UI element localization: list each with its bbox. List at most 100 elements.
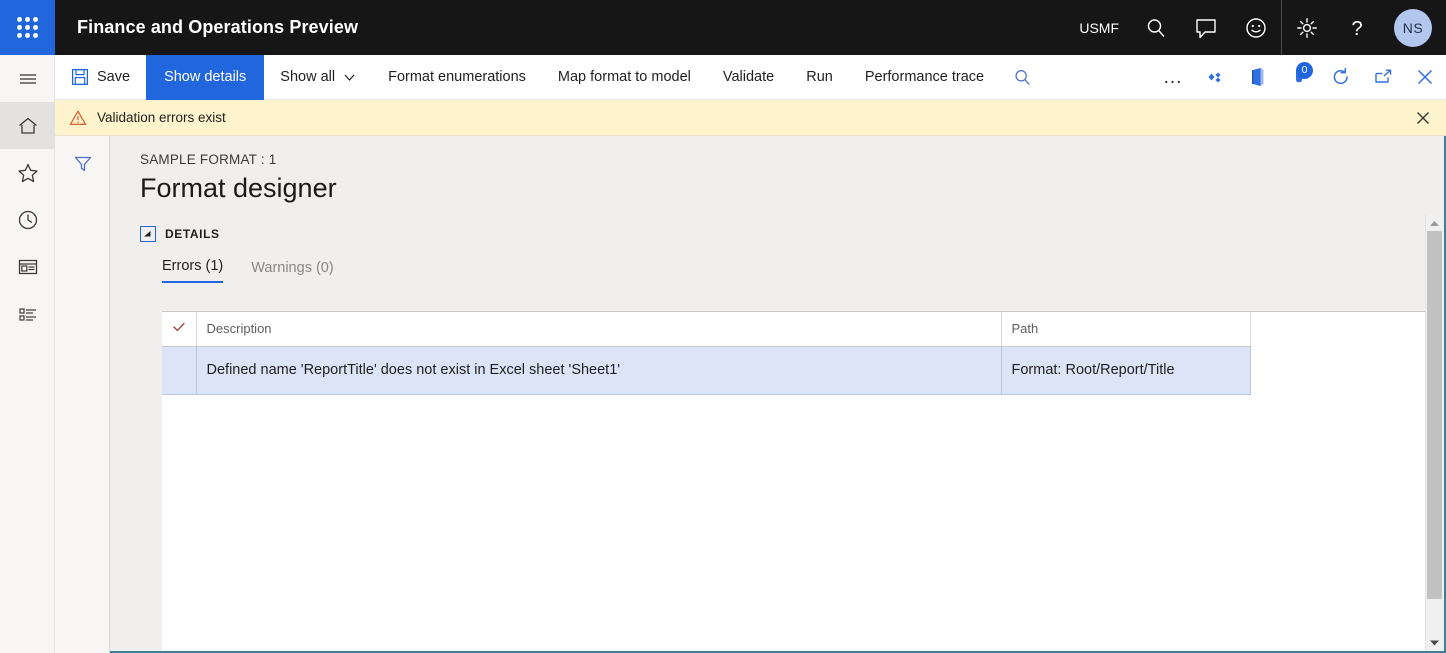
waffle-icon <box>17 17 38 38</box>
close-icon <box>1417 69 1433 85</box>
page-content: SAMPLE FORMAT : 1 Format designer DETAIL… <box>110 136 1446 653</box>
column-header-description[interactable]: Description <box>196 312 1002 347</box>
settings-button[interactable] <box>1282 0 1332 55</box>
sidebar-item-home[interactable] <box>0 102 55 149</box>
table-header: Description Path <box>162 312 1251 347</box>
diamond-cluster-icon <box>1208 72 1221 83</box>
star-icon <box>17 163 38 182</box>
toolbar-right-actions: ... 0 <box>1152 55 1446 100</box>
tab-errors[interactable]: Errors (1) <box>162 258 224 283</box>
search-icon <box>1147 18 1165 37</box>
map-format-to-model-button[interactable]: Map format to model <box>542 55 707 100</box>
collapse-triangle-icon[interactable] <box>140 226 156 242</box>
format-enumerations-button[interactable]: Format enumerations <box>372 55 542 100</box>
company-selector[interactable]: USMF <box>1067 0 1131 55</box>
list-icon <box>18 307 36 321</box>
svg-text:?: ? <box>1351 18 1362 40</box>
sidebar-item-hamburger-menu[interactable] <box>0 55 55 102</box>
show-all-label: Show all <box>280 69 336 85</box>
smiley-feedback-button[interactable] <box>1231 0 1281 55</box>
cell-description: Defined name 'ReportTitle' does not exis… <box>196 346 1002 395</box>
filter-button[interactable] <box>55 136 110 192</box>
speech-bubble-icon <box>1196 18 1216 38</box>
filter-pane <box>55 136 110 653</box>
table-header-row: Description Path <box>162 312 1251 347</box>
row-select-cell[interactable] <box>162 346 197 395</box>
top-navigation-bar: Finance and Operations Preview USMF ? NS <box>0 0 1446 55</box>
details-tabs: Errors (1) Warnings (0) <box>162 258 1444 283</box>
close-page-button[interactable] <box>1404 55 1446 100</box>
breadcrumb: SAMPLE FORMAT : 1 <box>140 152 277 167</box>
message-bar: Validation errors exist <box>55 100 1446 136</box>
navigation-rail <box>0 55 55 653</box>
message-bar-close-button[interactable] <box>1400 109 1446 127</box>
open-in-office-icon <box>1252 68 1264 86</box>
show-details-button[interactable]: Show details <box>146 54 265 100</box>
clock-icon <box>18 210 37 229</box>
open-in-new-window-button[interactable] <box>1362 55 1404 100</box>
chevron-down-icon <box>344 74 355 81</box>
tab-warnings[interactable]: Warnings (0) <box>251 260 333 283</box>
attachments-button[interactable] <box>1194 55 1236 100</box>
sidebar-item-workspaces[interactable] <box>0 243 55 290</box>
app-title: Finance and Operations Preview <box>77 17 359 37</box>
refresh-icon <box>1333 67 1348 85</box>
notifications-button[interactable]: 0 <box>1278 55 1320 100</box>
cell-path: Format: Root/Report/Title <box>1001 346 1251 395</box>
notification-count-badge: 0 <box>1296 61 1313 79</box>
scrollbar-thumb[interactable] <box>1427 231 1442 599</box>
scroll-down-arrow-icon <box>1430 640 1439 645</box>
warning-triangle-icon <box>69 110 87 125</box>
app-launcher-button[interactable] <box>0 0 55 55</box>
scroll-up-arrow-icon <box>1429 220 1439 226</box>
save-button[interactable]: Save <box>55 55 146 100</box>
table-body: Defined name 'ReportTitle' does not exis… <box>162 346 1251 395</box>
open-in-new-window-icon <box>1375 69 1392 83</box>
feedback-button[interactable] <box>1181 0 1231 55</box>
column-header-path[interactable]: Path <box>1001 312 1251 347</box>
smiley-icon <box>1246 17 1266 38</box>
save-disk-icon <box>71 68 89 86</box>
sidebar-item-recent[interactable] <box>0 196 55 243</box>
question-mark-icon: ? <box>1351 18 1362 40</box>
validate-button[interactable]: Validate <box>707 55 790 100</box>
top-bar-actions: USMF ? NS <box>1067 0 1446 55</box>
errors-table: Description Path Defined name 'ReportTit… <box>162 312 1251 395</box>
sidebar-item-favorites[interactable] <box>0 149 55 196</box>
select-all-header[interactable] <box>162 312 197 347</box>
performance-trace-button[interactable]: Performance trace <box>849 55 1000 100</box>
triangle-up-icon <box>144 231 151 237</box>
hamburger-icon <box>19 73 36 84</box>
user-account-button[interactable]: NS <box>1382 0 1446 55</box>
sidebar-item-modules[interactable] <box>0 290 55 337</box>
home-icon <box>18 117 37 134</box>
section-label: DETAILS <box>165 227 220 241</box>
scroll-down-button[interactable] <box>1426 634 1443 651</box>
toolbar-search-button[interactable] <box>1000 55 1045 100</box>
overflow-label: ... <box>1163 66 1183 88</box>
help-button[interactable]: ? <box>1332 0 1382 55</box>
search-icon <box>1015 69 1031 85</box>
message-bar-text: Validation errors exist <box>97 110 226 125</box>
global-search-button[interactable] <box>1131 0 1181 55</box>
details-section-header: DETAILS <box>140 226 1444 242</box>
close-icon <box>1417 111 1429 124</box>
scroll-up-button[interactable] <box>1426 214 1442 231</box>
checkmark-icon <box>173 323 185 332</box>
page-title: Format designer <box>140 173 337 203</box>
refresh-button[interactable] <box>1320 55 1362 100</box>
overflow-menu-button[interactable]: ... <box>1152 55 1194 100</box>
workspace-icon <box>18 259 37 274</box>
save-label: Save <box>97 69 131 85</box>
gear-icon <box>1297 17 1317 38</box>
action-pane-toolbar: Save Show details Show all Format enumer… <box>55 54 1446 100</box>
avatar: NS <box>1394 8 1432 47</box>
vertical-scrollbar[interactable] <box>1425 214 1442 651</box>
errors-grid: Description Path Defined name 'ReportTit… <box>162 311 1432 651</box>
funnel-filter-icon <box>74 156 91 172</box>
open-in-office-button[interactable] <box>1236 55 1278 100</box>
show-all-dropdown[interactable]: Show all <box>264 55 372 100</box>
run-button[interactable]: Run <box>790 55 849 100</box>
table-row[interactable]: Defined name 'ReportTitle' does not exis… <box>162 346 1251 395</box>
application-window: Finance and Operations Preview USMF ? NS… <box>0 0 1446 653</box>
